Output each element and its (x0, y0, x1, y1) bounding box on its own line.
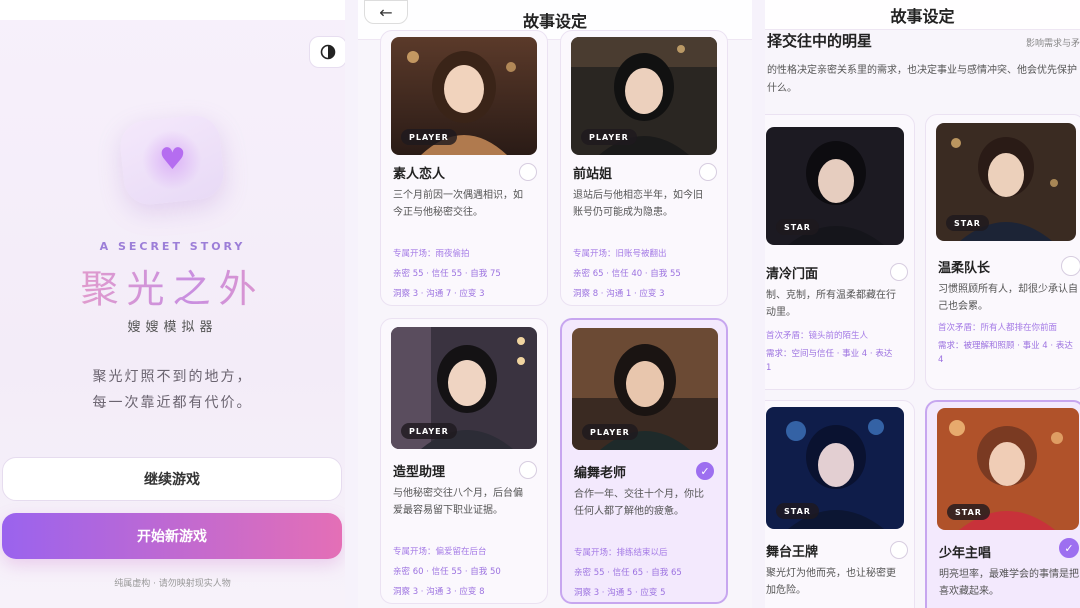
character-portrait: PLAYER (391, 327, 537, 449)
select-radio[interactable] (519, 163, 537, 181)
page-title: 故事设定 (890, 6, 955, 26)
page-header: 故事设定 (765, 0, 1080, 30)
contrast-icon (320, 44, 336, 60)
star-tag: STAR (776, 219, 819, 235)
card-name: 少年主唱 (939, 546, 992, 561)
card-conflict: 首次矛盾：镜头前的陌生人 (766, 331, 869, 341)
star-tag: STAR (776, 503, 819, 519)
card-desc: 习惯照顾所有人，却很少承认自己也会累。 (938, 284, 1078, 312)
select-radio[interactable] (699, 163, 717, 181)
player-card-choreographer[interactable]: PLAYER 编舞老师 ✓ 合作一年、交往十个月，你比任何人都了解他的疲惫。 专… (560, 318, 728, 604)
select-radio[interactable] (1061, 256, 1080, 276)
selected-check-icon[interactable]: ✓ (1059, 538, 1079, 558)
star-card-young-vocalist[interactable]: STAR 少年主唱 明亮坦率，最难学会的事情是把喜欢藏起来。 (925, 400, 1080, 608)
tagline-line-2: 每一次靠近都有代价。 (92, 395, 253, 411)
card-need: 需求：空间与信任 · 事业 4 · 表达 1 (766, 349, 893, 373)
new-game-button[interactable]: 开始新游戏 (2, 513, 342, 559)
disclaimer: 纯属虚构 · 请勿映射现实人物 (114, 579, 231, 589)
select-radio[interactable] (890, 263, 908, 281)
selected-check-icon[interactable]: ✓ (696, 462, 714, 480)
character-portrait: PLAYER (571, 37, 717, 155)
app-logo: ♥ (117, 113, 227, 207)
card-stats-2: 洞察 3 · 沟通 5 · 应变 5 (574, 588, 666, 598)
back-arrow-icon: ← (379, 2, 393, 22)
card-special: 专属开场：偏爱留在后台 (393, 547, 487, 557)
card-desc: 明亮坦率，最难学会的事情是把喜欢藏起来。 (939, 569, 1079, 597)
player-select-screen: 故事设定 ← PLAYER 素人恋人 三个月前因一次偶遇相识，如今正与他秘密交往… (358, 0, 752, 608)
card-stats-1: 亲密 55 · 信任 55 · 自我 75 (393, 269, 501, 279)
game-subtitle: 嫂嫂模拟器 (127, 320, 218, 335)
card-desc: 退站后与他相恋半年，如今旧账号仍可能成为隐患。 (573, 190, 703, 218)
select-radio[interactable] (519, 461, 537, 479)
card-special: 专属开场：旧账号被翻出 (573, 249, 667, 259)
back-button[interactable]: ← (364, 0, 408, 24)
eyebrow-text: A SECRET STORY (99, 240, 246, 253)
player-card-stylist[interactable]: PLAYER 造型助理 与他秘密交往八个月，后台偏爱最容易留下职业证据。 专属开… (380, 318, 548, 604)
character-portrait: STAR (766, 127, 904, 245)
top-strip (0, 0, 345, 20)
player-card-ex-fansite[interactable]: PLAYER 前站姐 退站后与他相恋半年，如今旧账号仍可能成为隐患。 专属开场：… (560, 30, 728, 306)
card-conflict: 首次矛盾：所有人都排在你前面 (938, 323, 1058, 333)
title-screen: ♥ A SECRET STORY 聚光之外 嫂嫂模拟器 聚光灯照不到的地方， 每… (0, 0, 345, 608)
card-special: 专属开场：排练结束以后 (574, 548, 668, 558)
card-name: 素人恋人 (393, 167, 446, 182)
tagline-line-1: 聚光灯照不到的地方， (92, 369, 253, 385)
character-portrait: STAR (766, 407, 904, 529)
card-name: 温柔队长 (938, 261, 991, 276)
character-portrait: STAR (936, 123, 1076, 241)
card-desc: 聚光灯为他而亮，也让秘密更加危险。 (766, 568, 896, 596)
card-name: 前站姐 (573, 167, 613, 182)
heart-icon: ♥ (158, 142, 186, 177)
game-title: 聚光之外 (0, 258, 345, 313)
select-radio[interactable] (890, 541, 908, 559)
section-title: 择交往中的明星 (767, 32, 873, 50)
star-tag: STAR (947, 504, 990, 520)
character-portrait: STAR (937, 408, 1079, 530)
card-stats-1: 亲密 60 · 信任 55 · 自我 50 (393, 567, 501, 577)
card-name: 舞台王牌 (766, 545, 819, 560)
card-stats-2: 洞察 3 · 沟通 7 · 应变 3 (393, 289, 485, 299)
section-hint: 影响需求与矛 (1025, 39, 1080, 49)
star-tag: STAR (946, 215, 989, 231)
card-stats-2: 洞察 3 · 沟通 3 · 应变 8 (393, 587, 485, 597)
star-card-cold-face[interactable]: STAR 清冷门面 制、克制，所有温柔都藏在行动里。 首次矛盾：镜头前的陌生人 … (765, 114, 915, 390)
card-desc: 合作一年、交往十个月，你比任何人都了解他的疲惫。 (574, 489, 704, 517)
player-tag: PLAYER (401, 423, 457, 439)
star-card-stage-ace[interactable]: STAR 舞台王牌 聚光灯为他而亮，也让秘密更加危险。 (765, 400, 915, 608)
player-card-lover[interactable]: PLAYER 素人恋人 三个月前因一次偶遇相识，如今正与他秘密交往。 专属开场：… (380, 30, 548, 306)
player-tag: PLAYER (582, 424, 638, 440)
page-title: 故事设定 (522, 11, 587, 31)
player-tag: PLAYER (581, 129, 637, 145)
card-name: 造型助理 (393, 465, 446, 480)
card-desc: 与他秘密交往八个月，后台偏爱最容易留下职业证据。 (393, 488, 523, 516)
theme-toggle-button[interactable] (309, 36, 345, 68)
card-stats-2: 洞察 8 · 沟通 1 · 应变 3 (573, 289, 665, 299)
character-portrait: PLAYER (572, 328, 718, 450)
card-name: 清冷门面 (766, 267, 819, 282)
star-card-gentle-captain[interactable]: STAR 温柔队长 习惯照顾所有人，却很少承认自己也会累。 首次矛盾：所有人都排… (925, 114, 1080, 390)
card-stats-1: 亲密 55 · 信任 65 · 自我 65 (574, 568, 682, 578)
card-stats-1: 亲密 65 · 信任 40 · 自我 55 (573, 269, 681, 279)
player-tag: PLAYER (401, 129, 457, 145)
continue-game-button[interactable]: 继续游戏 (2, 457, 342, 501)
card-desc: 制、克制，所有温柔都藏在行动里。 (766, 290, 896, 318)
card-need: 需求：被理解和照顾 · 事业 4 · 表达 4 (938, 341, 1073, 365)
card-name: 编舞老师 (574, 466, 627, 481)
character-portrait: PLAYER (391, 37, 537, 155)
section-desc: 的性格决定亲密关系里的需求，也决定事业与感情冲突、他会优先保护什么。 (767, 65, 1077, 94)
card-desc: 三个月前因一次偶遇相识，如今正与他秘密交往。 (393, 190, 523, 218)
star-select-screen: 故事设定 择交往中的明星 影响需求与矛 的性格决定亲密关系里的需求，也决定事业与… (765, 0, 1080, 608)
card-special: 专属开场：雨夜偷拍 (393, 249, 470, 259)
